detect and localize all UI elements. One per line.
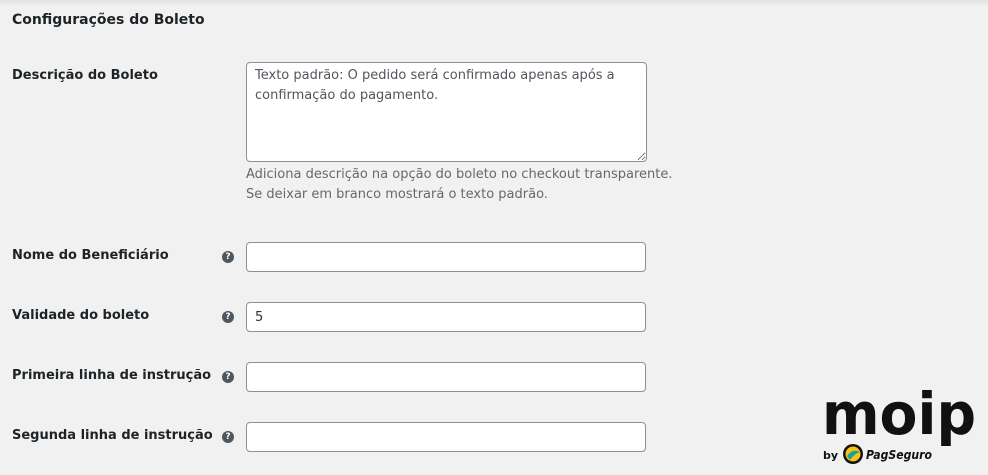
- question-circle-icon[interactable]: ?: [222, 431, 234, 443]
- question-circle-icon[interactable]: ?: [222, 371, 234, 383]
- description-textarea[interactable]: Texto padrão: O pedido será confirmado a…: [246, 62, 647, 162]
- instruction-line-2-label: Segunda linha de instrução: [12, 428, 213, 443]
- description-help-line-2: Se deixar em branco mostrará o texto pad…: [246, 187, 548, 202]
- moip-pagseguro-logo: moip by PagSeguro: [822, 380, 976, 464]
- validity-input[interactable]: [246, 302, 646, 332]
- moip-wordmark: moip: [822, 380, 976, 448]
- pagseguro-emblem-icon: [843, 444, 863, 464]
- instruction-line-1-label: Primeira linha de instrução: [12, 368, 212, 383]
- logo-byline: by: [823, 449, 838, 462]
- description-help-line-1: Adiciona descrição na opção do boleto no…: [246, 167, 673, 182]
- question-circle-icon[interactable]: ?: [222, 311, 234, 323]
- question-circle-icon[interactable]: ?: [222, 251, 234, 263]
- instruction-line-1-input[interactable]: [246, 362, 646, 392]
- section-title: Configurações do Boleto: [12, 12, 205, 28]
- instruction-line-2-input[interactable]: [246, 422, 646, 452]
- description-help-text: Adiciona descrição na opção do boleto no…: [246, 165, 673, 205]
- beneficiary-label: Nome do Beneficiário: [12, 248, 169, 263]
- beneficiary-input[interactable]: [246, 242, 646, 272]
- validity-label: Validade do boleto: [12, 308, 150, 323]
- description-label: Descrição do Boleto: [12, 68, 158, 83]
- pagseguro-wordmark: PagSeguro: [866, 448, 932, 462]
- top-shadow: [0, 0, 988, 6]
